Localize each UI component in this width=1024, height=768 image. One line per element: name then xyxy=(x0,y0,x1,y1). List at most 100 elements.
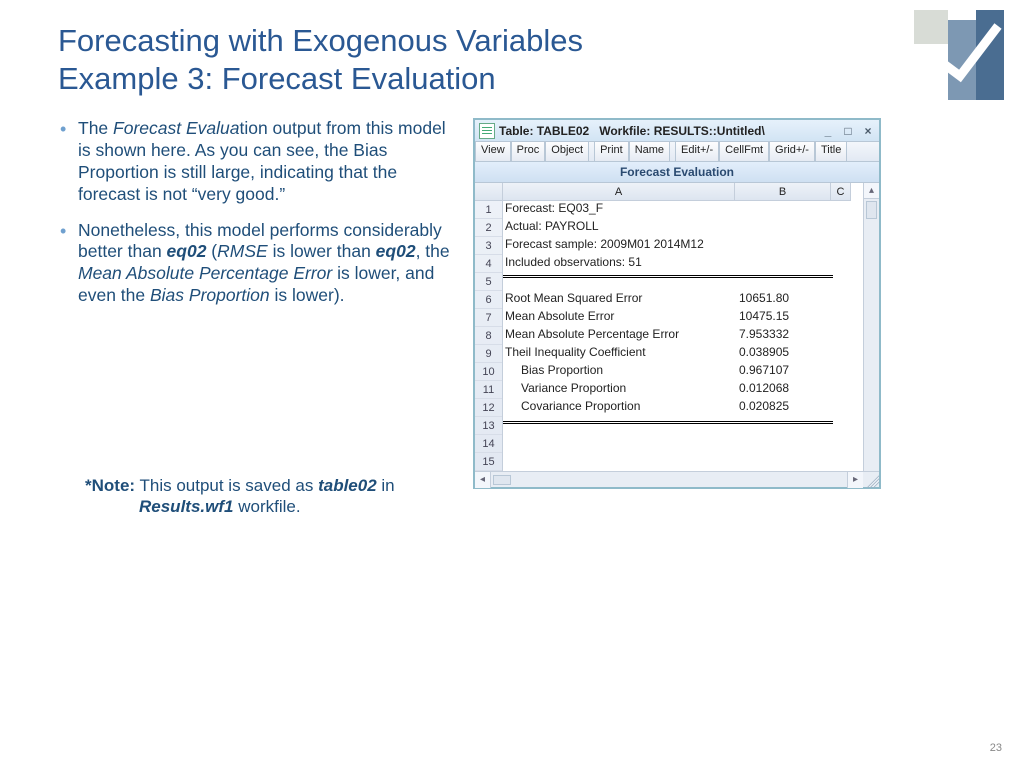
table-row[interactable]: Actual: PAYROLL xyxy=(503,219,863,237)
row-number[interactable]: 13 xyxy=(475,417,502,435)
table-icon xyxy=(479,123,495,139)
page-number: 23 xyxy=(990,742,1002,754)
row-number[interactable]: 3 xyxy=(475,237,502,255)
cell-b[interactable] xyxy=(735,417,831,435)
rule-bottom xyxy=(503,421,833,424)
toolbar-edit[interactable]: Edit+/- xyxy=(675,142,719,161)
scroll-thumb-v[interactable] xyxy=(866,201,877,219)
toolbar-title[interactable]: Title xyxy=(815,142,847,161)
toolbar-cellfmt[interactable]: CellFmt xyxy=(719,142,769,161)
cell-a[interactable]: Root Mean Squared Error xyxy=(503,291,735,309)
table-row[interactable]: Mean Absolute Percentage Error7.953332 xyxy=(503,327,863,345)
cell-b[interactable]: 10475.15 xyxy=(735,309,831,327)
toolbar-grid[interactable]: Grid+/- xyxy=(769,142,815,161)
table-row[interactable]: Variance Proportion0.012068 xyxy=(503,381,863,399)
toolbar-object[interactable]: Object xyxy=(545,142,589,161)
resize-grip-icon[interactable] xyxy=(863,472,879,488)
horizontal-scrollbar[interactable]: ◂ ▸ xyxy=(475,471,879,487)
cell-a[interactable]: Bias Proportion xyxy=(503,363,735,381)
row-number[interactable]: 5 xyxy=(475,273,502,291)
scroll-right-icon[interactable]: ▸ xyxy=(847,472,863,488)
table-grid: 123456789101112131415 A B C Forecast: EQ… xyxy=(475,183,879,471)
table-row[interactable]: Theil Inequality Coefficient0.038905 xyxy=(503,345,863,363)
row-number[interactable]: 8 xyxy=(475,327,502,345)
scroll-up-icon[interactable]: ▴ xyxy=(864,183,879,199)
window-toolbar: View Proc Object Print Name Edit+/- Cell… xyxy=(475,142,879,162)
table-row[interactable] xyxy=(503,417,863,435)
row-number[interactable]: 10 xyxy=(475,363,502,381)
cell-b[interactable] xyxy=(735,255,831,273)
bullet-2: Nonetheless, this model performs conside… xyxy=(60,220,455,308)
cell-b[interactable] xyxy=(735,201,831,219)
row-number[interactable]: 7 xyxy=(475,309,502,327)
table-row[interactable]: Forecast: EQ03_F xyxy=(503,201,863,219)
logo xyxy=(914,10,1004,100)
cell-b[interactable]: 0.967107 xyxy=(735,363,831,381)
table-row[interactable] xyxy=(503,453,863,471)
table-body: Forecast: EQ03_FActual: PAYROLLForecast … xyxy=(503,201,863,471)
cell-a[interactable] xyxy=(503,435,735,453)
cell-a[interactable]: Forecast sample: 2009M01 2014M12 xyxy=(503,237,735,255)
row-number[interactable]: 15 xyxy=(475,453,502,471)
bullet-list: The Forecast Evaluation output from this… xyxy=(60,118,455,489)
row-number[interactable]: 14 xyxy=(475,435,502,453)
rule-top xyxy=(503,275,833,278)
row-number[interactable]: 6 xyxy=(475,291,502,309)
cell-a[interactable]: Actual: PAYROLL xyxy=(503,219,735,237)
toolbar-print[interactable]: Print xyxy=(594,142,629,161)
title-line-2: Example 3: Forecast Evaluation xyxy=(58,61,496,96)
cell-b[interactable]: 0.012068 xyxy=(735,381,831,399)
table-row[interactable]: Mean Absolute Error10475.15 xyxy=(503,309,863,327)
table-row[interactable]: Bias Proportion0.967107 xyxy=(503,363,863,381)
minimize-icon[interactable]: _ xyxy=(821,124,835,138)
cell-b[interactable] xyxy=(735,453,831,471)
table-row[interactable]: Root Mean Squared Error10651.80 xyxy=(503,291,863,309)
cell-a[interactable] xyxy=(503,417,735,435)
col-header-c[interactable]: C xyxy=(831,183,851,201)
table-row[interactable]: Included observations: 51 xyxy=(503,255,863,273)
cell-b[interactable] xyxy=(735,219,831,237)
row-number[interactable]: 12 xyxy=(475,399,502,417)
cell-a[interactable]: Covariance Proportion xyxy=(503,399,735,417)
maximize-icon[interactable]: □ xyxy=(841,124,855,138)
cell-b[interactable]: 0.020825 xyxy=(735,399,831,417)
cell-b[interactable]: 0.038905 xyxy=(735,345,831,363)
cell-b[interactable]: 10651.80 xyxy=(735,291,831,309)
title-line-1: Forecasting with Exogenous Variables xyxy=(58,23,583,58)
cell-a[interactable]: Mean Absolute Error xyxy=(503,309,735,327)
row-number[interactable]: 1 xyxy=(475,201,502,219)
row-number[interactable]: 4 xyxy=(475,255,502,273)
cell-b[interactable] xyxy=(735,435,831,453)
table-row[interactable]: Forecast sample: 2009M01 2014M12 xyxy=(503,237,863,255)
cell-a[interactable]: Variance Proportion xyxy=(503,381,735,399)
window-title: Table: TABLE02 Workfile: RESULTS::Untitl… xyxy=(499,124,765,138)
toolbar-proc[interactable]: Proc xyxy=(511,142,546,161)
row-number[interactable]: 11 xyxy=(475,381,502,399)
cell-a[interactable]: Included observations: 51 xyxy=(503,255,735,273)
table-row[interactable] xyxy=(503,435,863,453)
row-number[interactable]: 2 xyxy=(475,219,502,237)
toolbar-name[interactable]: Name xyxy=(629,142,670,161)
cell-a[interactable]: Forecast: EQ03_F xyxy=(503,201,735,219)
close-icon[interactable]: × xyxy=(861,124,875,138)
row-number[interactable]: 9 xyxy=(475,345,502,363)
table-subheader: Forecast Evaluation xyxy=(475,162,879,183)
col-header-a[interactable]: A xyxy=(503,183,735,201)
vertical-scrollbar[interactable]: ▴ xyxy=(863,183,879,471)
footnote: *Note: This output is saved as table02 i… xyxy=(85,475,455,518)
cell-b[interactable]: 7.953332 xyxy=(735,327,831,345)
table-row[interactable]: Covariance Proportion0.020825 xyxy=(503,399,863,417)
window-titlebar[interactable]: Table: TABLE02 Workfile: RESULTS::Untitl… xyxy=(475,120,879,142)
cell-a[interactable] xyxy=(503,453,735,471)
col-header-b[interactable]: B xyxy=(735,183,831,201)
logo-chart-line-icon xyxy=(914,10,1004,100)
cell-a[interactable]: Mean Absolute Percentage Error xyxy=(503,327,735,345)
toolbar-view[interactable]: View xyxy=(475,142,511,161)
cell-b[interactable] xyxy=(735,237,831,255)
bullet-1: The Forecast Evaluation output from this… xyxy=(60,118,455,206)
cell-a[interactable]: Theil Inequality Coefficient xyxy=(503,345,735,363)
scroll-thumb-h[interactable] xyxy=(493,475,511,485)
row-number-gutter: 123456789101112131415 xyxy=(475,183,503,471)
slide-title: Forecasting with Exogenous Variables Exa… xyxy=(58,22,583,98)
scroll-left-icon[interactable]: ◂ xyxy=(475,472,491,488)
